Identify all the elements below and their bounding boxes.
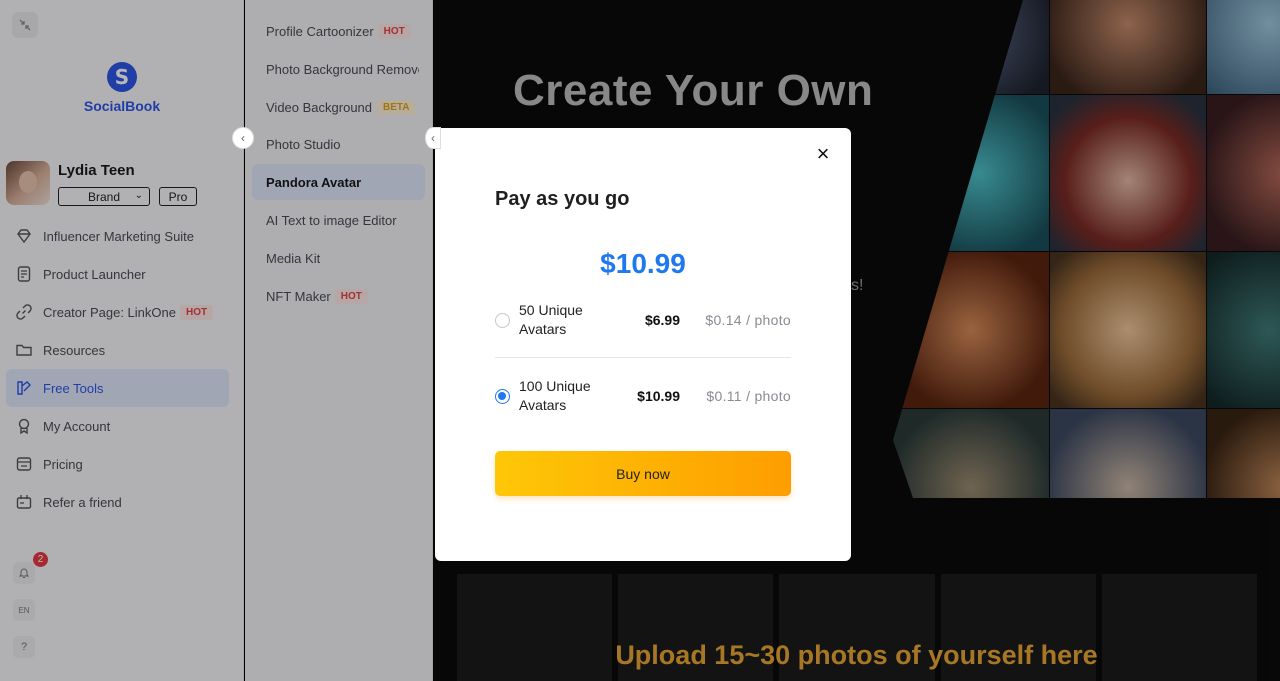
option-100-avatars[interactable]: 100 Unique Avatars $10.99 $0.11 / photo [495,373,791,419]
sidebar-collapse-toggle[interactable]: ‹ [232,127,254,149]
chevron-left-icon: ‹ [241,131,245,145]
option-per-photo: $0.11 / photo [706,388,791,404]
option-price: $6.99 [644,312,680,328]
divider [495,357,791,358]
option-price: $10.99 [637,388,680,404]
modal-title: Pay as you go [495,188,630,210]
option-per-photo: $0.14 / photo [705,312,791,328]
tools-collapse-toggle[interactable]: ‹ [425,127,441,149]
pricing-modal: × Pay as you go $10.99 50 Unique Avatars… [435,128,851,561]
radio-button[interactable] [495,312,510,328]
radio-button[interactable] [495,388,510,404]
option-label: 50 Unique Avatars [519,302,583,337]
chevron-left-icon: ‹ [431,131,435,145]
close-icon[interactable]: × [813,143,833,165]
buy-now-button[interactable]: Buy now [495,451,791,496]
option-label: 100 Unique Avatars [519,378,591,413]
selected-price: $10.99 [600,248,686,279]
option-50-avatars[interactable]: 50 Unique Avatars $6.99 $0.14 / photo [495,297,791,343]
